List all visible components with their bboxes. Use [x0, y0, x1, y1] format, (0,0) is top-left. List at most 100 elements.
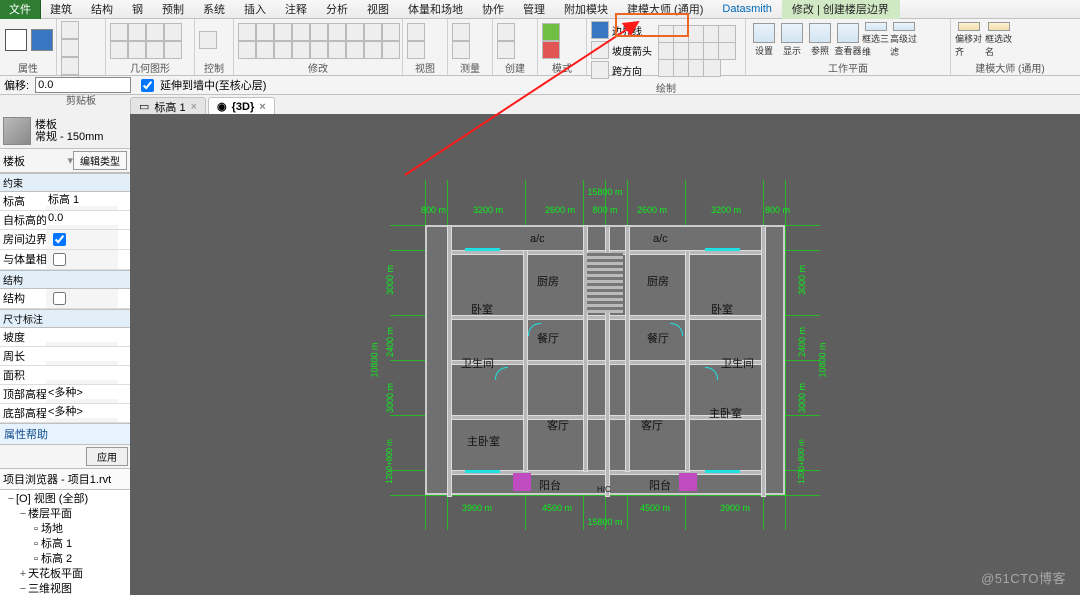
- prop-structural-checkbox[interactable]: [53, 292, 66, 305]
- workplane-viewer-button[interactable]: 查看器: [834, 22, 862, 58]
- prop-area-input[interactable]: [46, 366, 118, 380]
- copy-move-button[interactable]: [328, 23, 346, 41]
- edit-type-button[interactable]: 编辑类型: [73, 151, 127, 170]
- delete-button[interactable]: [310, 41, 328, 59]
- create-group-button[interactable]: [497, 41, 515, 59]
- prop-perimeter-input[interactable]: [46, 347, 118, 361]
- tree-node-site[interactable]: ▫ 场地: [2, 522, 128, 537]
- tab-file[interactable]: 文件: [0, 0, 41, 19]
- geom-btn[interactable]: [164, 41, 182, 59]
- advanced-filter-button[interactable]: 高级过滤: [890, 22, 918, 58]
- geom-btn[interactable]: [164, 23, 182, 41]
- prop-level-input[interactable]: [46, 192, 118, 206]
- tree-node-ceiling[interactable]: +天花板平面: [2, 567, 128, 582]
- geom-btn[interactable]: [110, 41, 128, 59]
- tab-manage[interactable]: 管理: [514, 0, 555, 19]
- tree-node-3dviews[interactable]: −三维视图: [2, 582, 128, 595]
- extend-to-core-checkbox[interactable]: 延伸到墙中(至核心层): [137, 76, 266, 95]
- workplane-ref-button[interactable]: 参照: [806, 22, 834, 58]
- split-gap-button[interactable]: [382, 41, 400, 59]
- dimension-button[interactable]: [452, 41, 470, 59]
- pin-button[interactable]: [274, 41, 292, 59]
- drawing-canvas[interactable]: a/c a/c 厨房 厨房 卧室 卧室 餐厅 餐厅 卫生间 卫生间 主卧室 主卧…: [130, 114, 1080, 595]
- align-button[interactable]: [238, 23, 256, 41]
- tab-view[interactable]: 视图: [358, 0, 399, 19]
- tab-buildmaster[interactable]: 建模大师 (通用): [618, 0, 713, 19]
- tab-analyze[interactable]: 分析: [317, 0, 358, 19]
- boundary-line-button[interactable]: 边界线: [612, 23, 642, 38]
- paste-button[interactable]: [61, 21, 79, 39]
- tab-struct[interactable]: 结构: [82, 0, 123, 19]
- pick-support-button[interactable]: [703, 59, 721, 77]
- properties-help-button[interactable]: 属性帮助: [0, 423, 130, 445]
- mirror-axis-button[interactable]: [274, 23, 292, 41]
- copy-button[interactable]: [61, 57, 79, 75]
- tab-arch[interactable]: 建筑: [41, 0, 82, 19]
- tab-insert[interactable]: 插入: [235, 0, 276, 19]
- scale-button[interactable]: [256, 41, 274, 59]
- trim-single-button[interactable]: [346, 41, 364, 59]
- prop-group-header[interactable]: 约束: [0, 173, 130, 192]
- prop-top-elev-input[interactable]: [46, 385, 118, 399]
- create-similar-button[interactable]: [497, 23, 515, 41]
- element-filter[interactable]: 楼板: [3, 153, 67, 169]
- mirror-draw-button[interactable]: [292, 23, 310, 41]
- cancel-edit-button[interactable]: [542, 41, 560, 59]
- tree-node-root[interactable]: −[O] 视图 (全部): [2, 492, 128, 507]
- span-direction-button[interactable]: 跨方向: [612, 63, 642, 78]
- view-tab-3d[interactable]: ◉{3D}×: [208, 97, 275, 115]
- bm-align-button[interactable]: 偏移对齐: [955, 22, 983, 58]
- array-button[interactable]: [238, 41, 256, 59]
- view-tab-level1[interactable]: ▭标高 1×: [130, 97, 206, 115]
- properties-button[interactable]: [30, 21, 54, 59]
- prop-group-header[interactable]: 结构: [0, 270, 130, 289]
- close-icon[interactable]: ×: [191, 101, 197, 113]
- geom-btn[interactable]: [146, 41, 164, 59]
- tab-collab[interactable]: 协作: [473, 0, 514, 19]
- offset-input[interactable]: [35, 77, 131, 93]
- draw-ellipse-button[interactable]: [718, 42, 736, 60]
- tab-steel[interactable]: 钢: [123, 0, 153, 19]
- split-button[interactable]: [382, 23, 400, 41]
- prop-bottom-elev-input[interactable]: [46, 404, 118, 418]
- offset-button[interactable]: [256, 23, 274, 41]
- rotate-button[interactable]: [346, 23, 364, 41]
- tree-node-level2[interactable]: ▫ 标高 2: [2, 552, 128, 567]
- workplane-show-button[interactable]: 显示: [778, 22, 806, 58]
- draw-arc-button[interactable]: [718, 25, 736, 43]
- slope-arrow-button[interactable]: 坡度箭头: [612, 43, 652, 58]
- view-btn[interactable]: [407, 41, 425, 59]
- tree-node-floorplans[interactable]: −楼层平面: [2, 507, 128, 522]
- geom-btn[interactable]: [128, 23, 146, 41]
- prop-height-input[interactable]: [46, 211, 118, 225]
- tree-node-level1[interactable]: ▫ 标高 1: [2, 537, 128, 552]
- trim-corner-button[interactable]: [328, 41, 346, 59]
- geom-btn[interactable]: [146, 23, 164, 41]
- tab-systems[interactable]: 系统: [194, 0, 235, 19]
- view-btn[interactable]: [407, 23, 425, 41]
- tab-modify-context[interactable]: 修改 | 创建楼层边界: [782, 0, 900, 19]
- activate-controls-button[interactable]: [199, 31, 217, 49]
- workplane-set-button[interactable]: 设置: [750, 22, 778, 58]
- tab-datasmith[interactable]: Datasmith: [713, 0, 782, 19]
- trim-extend-button[interactable]: [364, 23, 382, 41]
- finish-edit-button[interactable]: [542, 23, 560, 41]
- trim-multi-button[interactable]: [364, 41, 382, 59]
- prop-room-boundary-checkbox[interactable]: [53, 233, 66, 246]
- unpin-button[interactable]: [292, 41, 310, 59]
- tab-annotate[interactable]: 注释: [276, 0, 317, 19]
- prop-slope-input[interactable]: [46, 328, 118, 342]
- apply-button[interactable]: 应用: [86, 447, 128, 466]
- close-icon[interactable]: ×: [259, 101, 265, 113]
- project-browser-tree[interactable]: −[O] 视图 (全部) −楼层平面 ▫ 场地 ▫ 标高 1 ▫ 标高 2 +天…: [0, 490, 130, 595]
- select-3d-box-button[interactable]: 框选三维: [862, 22, 890, 58]
- move-button[interactable]: [310, 23, 328, 41]
- type-selector[interactable]: 楼板常规 - 150mm: [0, 114, 130, 149]
- cut-button[interactable]: [61, 39, 79, 57]
- tab-precast[interactable]: 预制: [153, 0, 194, 19]
- tab-massing[interactable]: 体量和场地: [399, 0, 473, 19]
- prop-mass-related-checkbox[interactable]: [53, 253, 66, 266]
- geom-btn[interactable]: [110, 23, 128, 41]
- measure-button[interactable]: [452, 23, 470, 41]
- tab-addins[interactable]: 附加模块: [555, 0, 618, 19]
